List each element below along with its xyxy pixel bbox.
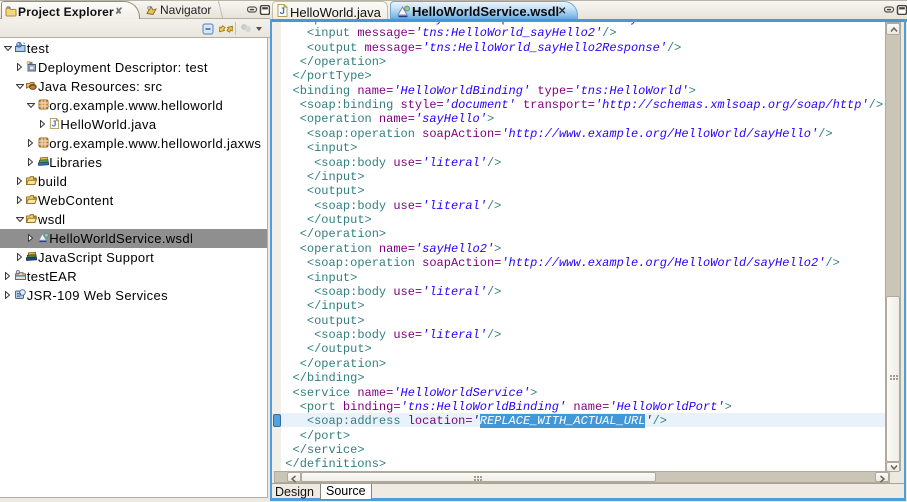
svg-text:J: J [280,6,285,17]
svg-text:J: J [52,120,57,129]
